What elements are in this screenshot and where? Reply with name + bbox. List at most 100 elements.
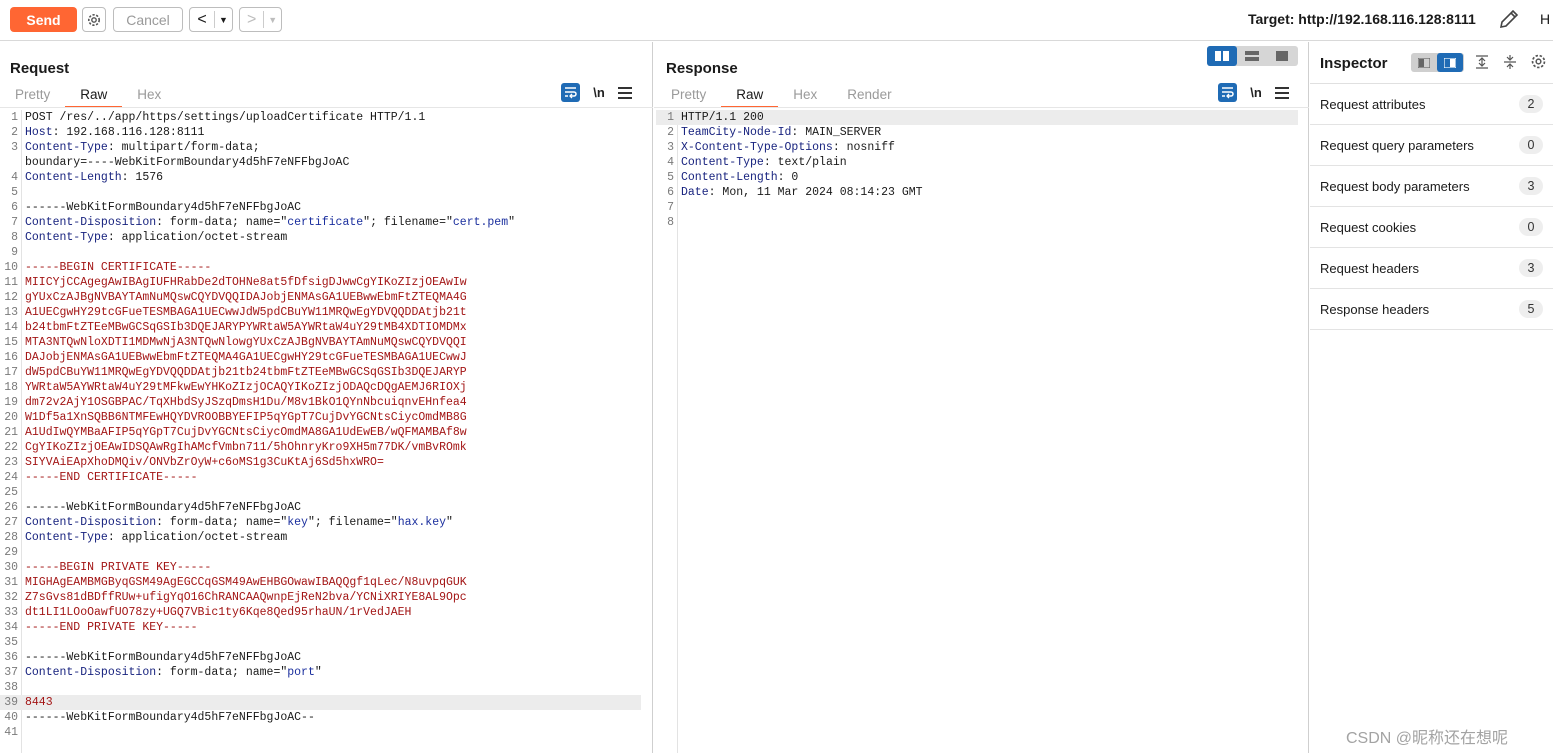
- inspector-panel: Inspector Request attributes 2 Request q…: [1310, 42, 1553, 753]
- inspector-list: Request attributes 2 Request query param…: [1310, 84, 1553, 330]
- code-line: 36 ------WebKitFormBoundary4d5hF7eNFFbgJo…: [0, 650, 641, 665]
- chevron-down-icon[interactable]: ▼: [264, 15, 281, 25]
- line-text: ------WebKitFormBoundary4d5hF7eNFFbgJoAC: [20, 500, 301, 515]
- menu-icon[interactable]: [1275, 86, 1289, 99]
- code-token: ------WebKitFormBoundary4d5hF7eNFFbgJoAC: [25, 501, 302, 514]
- expand-icon[interactable]: [1474, 54, 1490, 70]
- tab-pretty[interactable]: Pretty: [656, 86, 721, 108]
- tab-hex[interactable]: Hex: [122, 86, 176, 108]
- line-text: TeamCity-Node-Id: MAIN_SERVER: [676, 125, 881, 140]
- toolbar: Send Cancel < ▼ > ▼ Target: http://192.1…: [0, 0, 1553, 41]
- line-number: 2: [11, 126, 18, 139]
- inspector-left-dock-button[interactable]: [1411, 53, 1437, 72]
- code-token: MIGHAgEAMBMGByqGSM49AgEGCCqGSM49AwEHBGOw…: [25, 576, 467, 589]
- line-text: Z7sGvs81dBDffRUw+ufigYqO16ChRANCAAQwnpEj…: [20, 590, 467, 605]
- code-line: 17 dW5pdCBuYW11MRQwEgYDVQQDDAtjb21tb24tbm…: [0, 365, 641, 380]
- line-number: 30: [4, 561, 18, 574]
- send-button[interactable]: Send: [10, 7, 77, 32]
- line-number: 29: [4, 546, 18, 559]
- line-number: 4: [667, 156, 674, 169]
- inspector-row-label: Request cookies: [1320, 219, 1417, 235]
- back-button[interactable]: < ▼: [189, 7, 233, 32]
- request-editor[interactable]: 1 POST /res/../app/https/settings/uploadC…: [0, 110, 641, 740]
- line-number: 16: [4, 351, 18, 364]
- cancel-button[interactable]: Cancel: [113, 7, 183, 32]
- code-token: Date: [681, 186, 709, 199]
- tab-hex[interactable]: Hex: [778, 86, 832, 108]
- line-text: [20, 245, 25, 260]
- tab-raw[interactable]: Raw: [65, 86, 123, 108]
- code-line: 15 MTA3NTQwNloXDTI1MDMwNjA3NTQwNlowgYUxCz…: [0, 335, 641, 350]
- line-number: 41: [4, 726, 18, 739]
- response-editor[interactable]: 1 HTTP/1.1 200 2 TeamCity-Node-Id: MAIN_SER…: [656, 110, 1298, 230]
- code-line: 21 A1UdIwQYMBaAFIP5qYGpT7CujDvYGCNtsCiycO…: [0, 425, 641, 440]
- newline-toggle-button[interactable]: \n: [1247, 85, 1265, 100]
- line-number: 15: [4, 336, 18, 349]
- collapse-icon[interactable]: [1502, 54, 1518, 70]
- tab-raw[interactable]: Raw: [721, 86, 779, 108]
- code-token: dt1LI1LOoOawfUO78zy+UGQ7VBic1ty6Kqe8Qed9…: [25, 606, 412, 619]
- line-number: 25: [4, 486, 18, 499]
- inspector-row-request-query-parameters[interactable]: Request query parameters 0: [1310, 125, 1553, 166]
- response-title: Response: [666, 60, 738, 77]
- code-line: 1 POST /res/../app/https/settings/uploadC…: [0, 110, 641, 125]
- request-panel: Request Pretty Raw Hex \n 1 POST /res/../…: [0, 42, 653, 753]
- inspector-row-request-cookies[interactable]: Request cookies 0: [1310, 207, 1553, 248]
- code-line: 18 YWRtaW5AYWRtaW4uY29tMFkwEwYHKoZIzjOCAQ…: [0, 380, 641, 395]
- code-token: : multipart/form-data;: [107, 141, 260, 154]
- line-number: [0, 155, 20, 170]
- menu-icon[interactable]: [618, 86, 632, 99]
- chevron-down-icon[interactable]: ▼: [215, 15, 232, 25]
- tab-pretty[interactable]: Pretty: [0, 86, 65, 108]
- newline-toggle-button[interactable]: \n: [590, 85, 608, 100]
- line-text: dm72v2AjY1OSGBPAC/TqXHbdSyJSzqDmsH1Du/M8…: [20, 395, 467, 410]
- line-text: CgYIKoZIzjOEAwIDSQAwRgIhAMcfVmbn711/5hOh…: [20, 440, 467, 455]
- inspector-row-request-body-parameters[interactable]: Request body parameters 3: [1310, 166, 1553, 207]
- tab-render[interactable]: Render: [832, 86, 906, 108]
- line-number: 9: [11, 246, 18, 259]
- settings-button[interactable]: [82, 7, 106, 32]
- line-number: 12: [4, 291, 18, 304]
- line-text: [20, 185, 25, 200]
- code-line: 4 Content-Type: text/plain: [656, 155, 1298, 170]
- layout-toggle: [1207, 46, 1298, 66]
- line-number: 39: [4, 696, 18, 709]
- code-line: 30 -----BEGIN PRIVATE KEY-----: [0, 560, 641, 575]
- line-text: 8443: [20, 695, 53, 710]
- inspector-row-request-headers[interactable]: Request headers 3: [1310, 248, 1553, 289]
- line-number: 6: [667, 186, 674, 199]
- code-token: boundary=----WebKitFormBoundary4d5hF7eNF…: [25, 156, 350, 169]
- inspector-right-dock-button[interactable]: [1437, 53, 1463, 72]
- code-line: 12 gYUxCzAJBgNVBAYTAmNuMQswCQYDVQQIDAJobj…: [0, 290, 641, 305]
- code-token: YWRtaW5AYWRtaW4uY29tMFkwEwYHKoZIzjOCAQYI…: [25, 381, 467, 394]
- inspector-row-request-attributes[interactable]: Request attributes 2: [1310, 84, 1553, 125]
- line-text: [676, 200, 681, 215]
- forward-button[interactable]: > ▼: [239, 7, 282, 32]
- line-number: 1: [11, 111, 18, 124]
- line-text: ------WebKitFormBoundary4d5hF7eNFFbgJoAC: [20, 650, 301, 665]
- response-panel: Response Pretty Raw Hex Render \n 1 HTTP/…: [654, 42, 1309, 753]
- line-text: [20, 725, 25, 740]
- line-number: 5: [667, 171, 674, 184]
- wrap-toggle-button[interactable]: [1218, 83, 1237, 102]
- wrap-toggle-button[interactable]: [561, 83, 580, 102]
- code-line: 2 TeamCity-Node-Id: MAIN_SERVER: [656, 125, 1298, 140]
- split-vertical-button[interactable]: [1237, 46, 1267, 66]
- gear-icon[interactable]: [1530, 53, 1547, 70]
- request-title: Request: [10, 60, 70, 77]
- line-number: 20: [4, 411, 18, 424]
- code-token: "; filename=": [363, 216, 453, 229]
- edit-target-button[interactable]: [1497, 7, 1521, 36]
- inspector-row-label: Request query parameters: [1320, 137, 1474, 153]
- code-line: 2 Host: 192.168.116.128:8111: [0, 125, 641, 140]
- code-token: b24tbmFtZTEeMBwGCSqGSIb3DQEJARYPYWRtaW5A…: [25, 321, 467, 334]
- code-line: 29: [0, 545, 641, 560]
- inspector-row-response-headers[interactable]: Response headers 5: [1310, 289, 1553, 330]
- code-token: A1UECgwHY29tcGFueTESMBAGA1UECwwJdW5pdCBu…: [25, 306, 467, 319]
- single-pane-button[interactable]: [1267, 46, 1297, 66]
- line-text: ------WebKitFormBoundary4d5hF7eNFFbgJoAC…: [20, 710, 315, 725]
- split-horizontal-button[interactable]: [1207, 46, 1237, 66]
- code-line: 14 b24tbmFtZTEeMBwGCSqGSIb3DQEJARYPYWRtaW…: [0, 320, 641, 335]
- single-pane-icon: [1276, 51, 1288, 61]
- code-token: ": [314, 666, 322, 679]
